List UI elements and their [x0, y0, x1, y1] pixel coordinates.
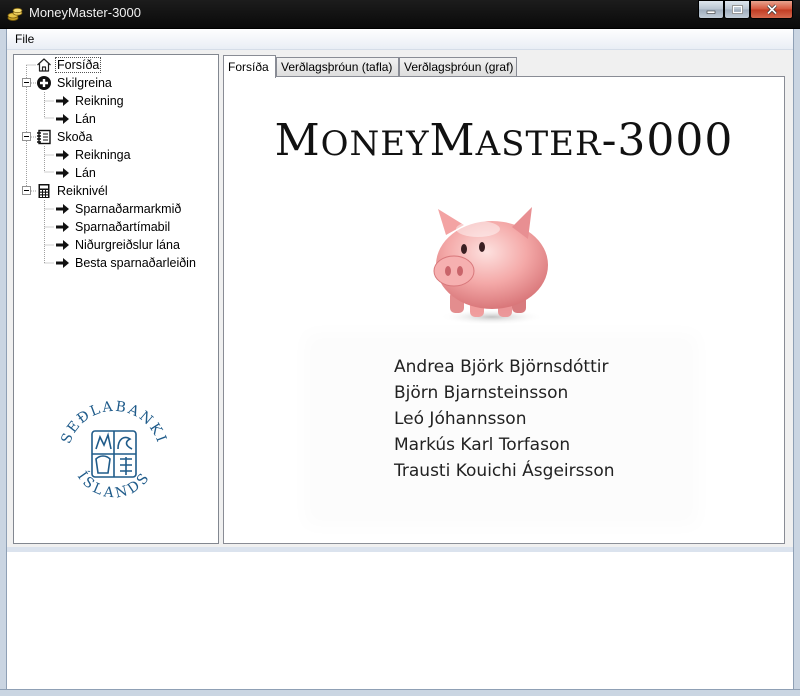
tree-item-besta-sparnadarleidin[interactable]: Besta sparnaðarleiðin: [54, 254, 198, 272]
menu-bar: File: [7, 30, 793, 50]
title-bar[interactable]: MoneyMaster-3000: [0, 0, 800, 29]
arrow-right-icon: [54, 255, 70, 271]
tree-item-skoda[interactable]: Skoða: [36, 128, 94, 146]
tree-item-label: Skoða: [57, 130, 93, 144]
tree-item-label: Reikninga: [75, 148, 131, 162]
tree-item-label: Lán: [75, 166, 96, 180]
navigation-tree[interactable]: Forsíða Skilgreina Reikning Lán Skoða Re…: [13, 54, 219, 544]
arrow-right-icon: [54, 93, 70, 109]
tree-collapse-reiknivel[interactable]: [22, 186, 31, 195]
tab-verdlagsthroun-tafla[interactable]: Verðlagsþróun (tafla): [276, 57, 399, 77]
tab-forsida[interactable]: Forsíða: [223, 55, 276, 78]
title-smallcaps: ONEY: [320, 124, 430, 164]
author-name: Trausti Kouichi Ásgeirsson: [394, 461, 615, 481]
app-title-banner: MONEYMASTER-3000: [224, 115, 784, 166]
maximize-button[interactable]: [724, 0, 750, 19]
home-icon: [36, 57, 52, 73]
author-name: Björn Bjarnsteinsson: [394, 383, 569, 403]
title-suffix: -3000: [601, 115, 734, 166]
author-name: Andrea Björk Björnsdóttir: [394, 357, 609, 377]
sedlabanki-seal-logo: SEÐLABANKI ÍSLANDS: [58, 399, 167, 502]
tab-verdlagsthroun-graf[interactable]: Verðlagsþróun (graf): [399, 57, 517, 77]
tree-item-label: Sparnaðarmarkmið: [75, 202, 182, 216]
maximize-icon: [731, 5, 743, 14]
tree-item-skilgreina[interactable]: Skilgreina: [36, 74, 114, 92]
window-title: MoneyMaster-3000: [29, 5, 141, 20]
tree-collapse-skoda[interactable]: [22, 132, 31, 141]
close-button[interactable]: [750, 0, 793, 19]
piggy-bank-image: [433, 207, 548, 325]
calculator-icon: [36, 183, 52, 199]
minimize-button[interactable]: [698, 0, 724, 19]
window-border-right: [793, 29, 800, 696]
arrow-right-icon: [54, 219, 70, 235]
tree-item-label: Reikning: [75, 94, 124, 108]
tree-item-lan[interactable]: Lán: [54, 110, 98, 128]
tree-item-sparnadartimabil[interactable]: Sparnaðartímabil: [54, 218, 172, 236]
arrow-right-icon: [54, 237, 70, 253]
bottom-panel: [7, 552, 793, 689]
home-tab-page: MONEYMASTER-3000 Andrea Björk Björnsdótt…: [223, 76, 785, 544]
plus-circle-icon: [36, 75, 52, 91]
menu-file[interactable]: File: [15, 32, 34, 46]
tree-item-nidurgreidslur-lana[interactable]: Niðurgreiðslur lána: [54, 236, 182, 254]
coins-app-icon: [7, 7, 23, 21]
arrow-right-icon: [54, 165, 70, 181]
tree-item-sparnadarmarkmid[interactable]: Sparnaðarmarkmið: [54, 200, 183, 218]
tree-item-label: Sparnaðartímabil: [75, 220, 171, 234]
title-initial: M: [274, 115, 321, 166]
window-border-bottom: [0, 689, 800, 696]
close-icon: [766, 4, 777, 15]
tree-item-label: Skilgreina: [57, 76, 112, 90]
notebook-icon: [36, 129, 52, 145]
title-smallcaps: ASTER: [475, 124, 602, 164]
author-name: Markús Karl Torfason: [394, 435, 571, 455]
title-initial: M: [429, 115, 476, 166]
arrow-right-icon: [54, 201, 70, 217]
arrow-right-icon: [54, 111, 70, 127]
window-border-left: [0, 29, 7, 696]
author-name: Leó Jóhannsson: [394, 409, 527, 429]
tree-item-reikninga[interactable]: Reikninga: [54, 146, 133, 164]
tree-item-forsida[interactable]: Forsíða: [36, 56, 102, 74]
tree-item-label: Reiknivél: [57, 184, 108, 198]
client-area: Forsíða Skilgreina Reikning Lán Skoða Re…: [7, 50, 793, 547]
arrow-right-icon: [54, 147, 70, 163]
minimize-icon: [706, 10, 716, 14]
tree-collapse-skilgreina[interactable]: [22, 78, 31, 87]
tree-item-label: Besta sparnaðarleiðin: [75, 256, 196, 270]
tree-item-lan-skoda[interactable]: Lán: [54, 164, 98, 182]
tree-item-label: Forsíða: [55, 57, 102, 73]
tree-item-label: Niðurgreiðslur lána: [75, 238, 180, 252]
tree-item-reiknivel[interactable]: Reiknivél: [36, 182, 110, 200]
tree-item-reikning[interactable]: Reikning: [54, 92, 126, 110]
tree-item-label: Lán: [75, 112, 96, 126]
